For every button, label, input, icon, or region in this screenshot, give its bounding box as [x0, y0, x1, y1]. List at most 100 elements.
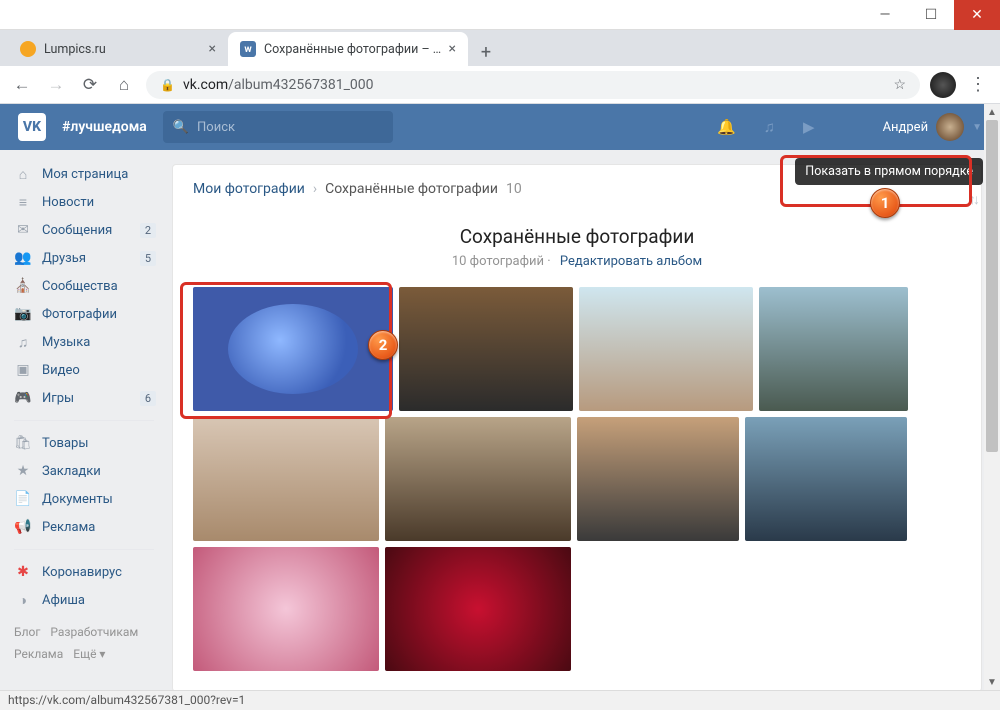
search-placeholder: Поиск [197, 120, 235, 135]
footer-link-more[interactable]: Ещё ▾ [73, 647, 105, 661]
sidebar-separator [14, 420, 154, 421]
sidebar-item-label: Афиша [42, 593, 85, 608]
nav-home-button[interactable]: ⌂ [112, 73, 136, 97]
edit-album-link[interactable]: Редактировать альбом [560, 254, 702, 269]
window-maximize-button[interactable]: ☐ [908, 0, 954, 30]
browser-menu-button[interactable]: ⋮ [966, 73, 990, 97]
photo-thumb[interactable] [759, 287, 908, 411]
tab-vk-album[interactable]: w Сохранённые фотографии – 10 × [228, 32, 468, 66]
url-field[interactable]: 🔒 vk.com/album432567381_000 ☆ [146, 71, 920, 99]
sidebar: ⌂Моя страница ≡ Новости ✉Сообщения2 👥Друз… [0, 150, 162, 690]
window-close-button[interactable]: ✕ [954, 0, 1000, 30]
main-column: Показать в прямом порядке ↑↓ Мои фотогра… [162, 150, 1000, 690]
badge: 2 [140, 223, 156, 238]
tab-close-icon[interactable]: × [203, 41, 216, 57]
window-minimize-button[interactable]: — [862, 0, 908, 30]
vk-logo[interactable]: VK [18, 113, 46, 141]
sidebar-item-my-page[interactable]: ⌂Моя страница [6, 160, 162, 188]
tab-title: Сохранённые фотографии – 10 [264, 42, 443, 57]
scroll-thumb[interactable] [986, 120, 998, 452]
vk-search-input[interactable]: 🔍 Поиск [163, 111, 393, 143]
sidebar-item-friends[interactable]: 👥Друзья5 [6, 244, 162, 272]
friends-icon: 👥 [14, 250, 32, 266]
sidebar-item-market[interactable]: 🛍Товары [6, 429, 162, 457]
vk-hashtag[interactable]: #лучшедома [62, 119, 147, 135]
sidebar-item-ads[interactable]: 📢Реклама [6, 513, 162, 541]
photo-thumb[interactable] [745, 417, 907, 541]
annotation-marker-1: 1 [870, 188, 900, 218]
sidebar-item-label: Сообщества [42, 279, 118, 294]
photo-thumb[interactable] [577, 417, 739, 541]
sidebar-item-coronavirus[interactable]: ✱Коронавирус [6, 558, 162, 586]
sidebar-item-label: Музыка [42, 335, 90, 350]
photo-thumb[interactable] [579, 287, 753, 411]
footer-link-blog[interactable]: Блог [14, 625, 40, 639]
sidebar-item-label: Новости [42, 195, 94, 210]
sidebar-item-label: Реклама [42, 520, 95, 535]
vk-header: VK #лучшедома 🔍 Поиск 🔔 ♫ ▶ Андрей ▼ [0, 104, 1000, 150]
sidebar-separator [14, 549, 154, 550]
vk-user-menu[interactable]: Андрей ▼ [883, 113, 982, 141]
photo-thumb[interactable] [385, 547, 571, 671]
photo-thumb[interactable] [385, 417, 571, 541]
favicon-vk: w [240, 41, 256, 57]
breadcrumb-root[interactable]: Мои фотографии [193, 181, 305, 197]
sidebar-item-label: Фотографии [42, 307, 117, 322]
virus-icon: ✱ [14, 564, 32, 580]
scroll-track[interactable] [984, 120, 1000, 674]
tab-lumpics[interactable]: Lumpics.ru × [8, 32, 228, 66]
sidebar-item-photos[interactable]: 📷 Фотографии [6, 300, 162, 328]
new-tab-button[interactable]: + [472, 38, 500, 66]
sort-order-button[interactable]: ↑↓ [969, 191, 977, 208]
vertical-scrollbar[interactable]: ▲ ▼ [984, 104, 1000, 690]
notifications-icon[interactable]: 🔔 [711, 118, 742, 136]
sidebar-item-news[interactable]: ≡ Новости [6, 188, 162, 216]
community-icon: ⛪ [14, 278, 32, 294]
sidebar-item-bookmarks[interactable]: ★Закладки [6, 457, 162, 485]
bookmark-star-icon[interactable]: ☆ [893, 77, 906, 93]
sidebar-item-messages[interactable]: ✉Сообщения2 [6, 216, 162, 244]
photo-thumb[interactable] [193, 287, 393, 411]
url-path: /album432567381_000 [228, 77, 373, 93]
sort-tooltip: Показать в прямом порядке [795, 158, 983, 185]
sidebar-footer: Блог Разработчикам Реклама Ещё ▾ [6, 614, 162, 673]
badge: 5 [140, 251, 156, 266]
window-titlebar: — ☐ ✕ [0, 0, 1000, 30]
video-icon: ▣ [14, 362, 32, 378]
sidebar-item-label: Документы [42, 492, 113, 507]
news-icon: ≡ [14, 194, 32, 211]
nav-back-button[interactable]: ← [10, 73, 34, 97]
sidebar-item-communities[interactable]: ⛪ Сообщества [6, 272, 162, 300]
nav-forward-button[interactable]: → [44, 73, 68, 97]
photo-thumb[interactable] [193, 417, 379, 541]
sidebar-item-label: Моя страница [42, 167, 128, 182]
sidebar-item-music[interactable]: ♫ Музыка [6, 328, 162, 356]
scroll-down-button[interactable]: ▼ [984, 674, 1000, 690]
footer-link-devs[interactable]: Разработчикам [50, 625, 138, 639]
music-icon[interactable]: ♫ [758, 118, 781, 136]
photo-grid [193, 287, 961, 671]
breadcrumb-count: 10 [506, 181, 522, 197]
album-count: 10 фотографий [452, 254, 544, 269]
sidebar-item-documents[interactable]: 📄Документы [6, 485, 162, 513]
photo-thumb[interactable] [399, 287, 573, 411]
footer-link-ads[interactable]: Реклама [14, 647, 63, 661]
profile-avatar[interactable] [930, 72, 956, 98]
nav-reload-button[interactable]: ⟳ [78, 73, 102, 97]
breadcrumb-album: Сохранённые фотографии [325, 181, 498, 197]
photo-icon: 📷 [14, 306, 32, 322]
tab-title: Lumpics.ru [44, 42, 203, 57]
video-play-icon[interactable]: ▶ [797, 118, 821, 136]
music-icon: ♫ [14, 334, 32, 351]
scroll-up-button[interactable]: ▲ [984, 104, 1000, 120]
sidebar-item-video[interactable]: ▣ Видео [6, 356, 162, 384]
sidebar-item-games[interactable]: 🎮Игры6 [6, 384, 162, 412]
sidebar-item-label: Видео [42, 363, 80, 378]
star-icon: ★ [14, 463, 32, 479]
annotation-marker-2: 2 [368, 330, 398, 360]
tab-close-icon[interactable]: × [443, 41, 456, 57]
sidebar-item-events[interactable]: ◑Афиша [6, 586, 162, 614]
favicon-lumpics [20, 41, 36, 57]
photo-thumb[interactable] [193, 547, 379, 671]
sidebar-item-label: Игры [42, 391, 74, 406]
